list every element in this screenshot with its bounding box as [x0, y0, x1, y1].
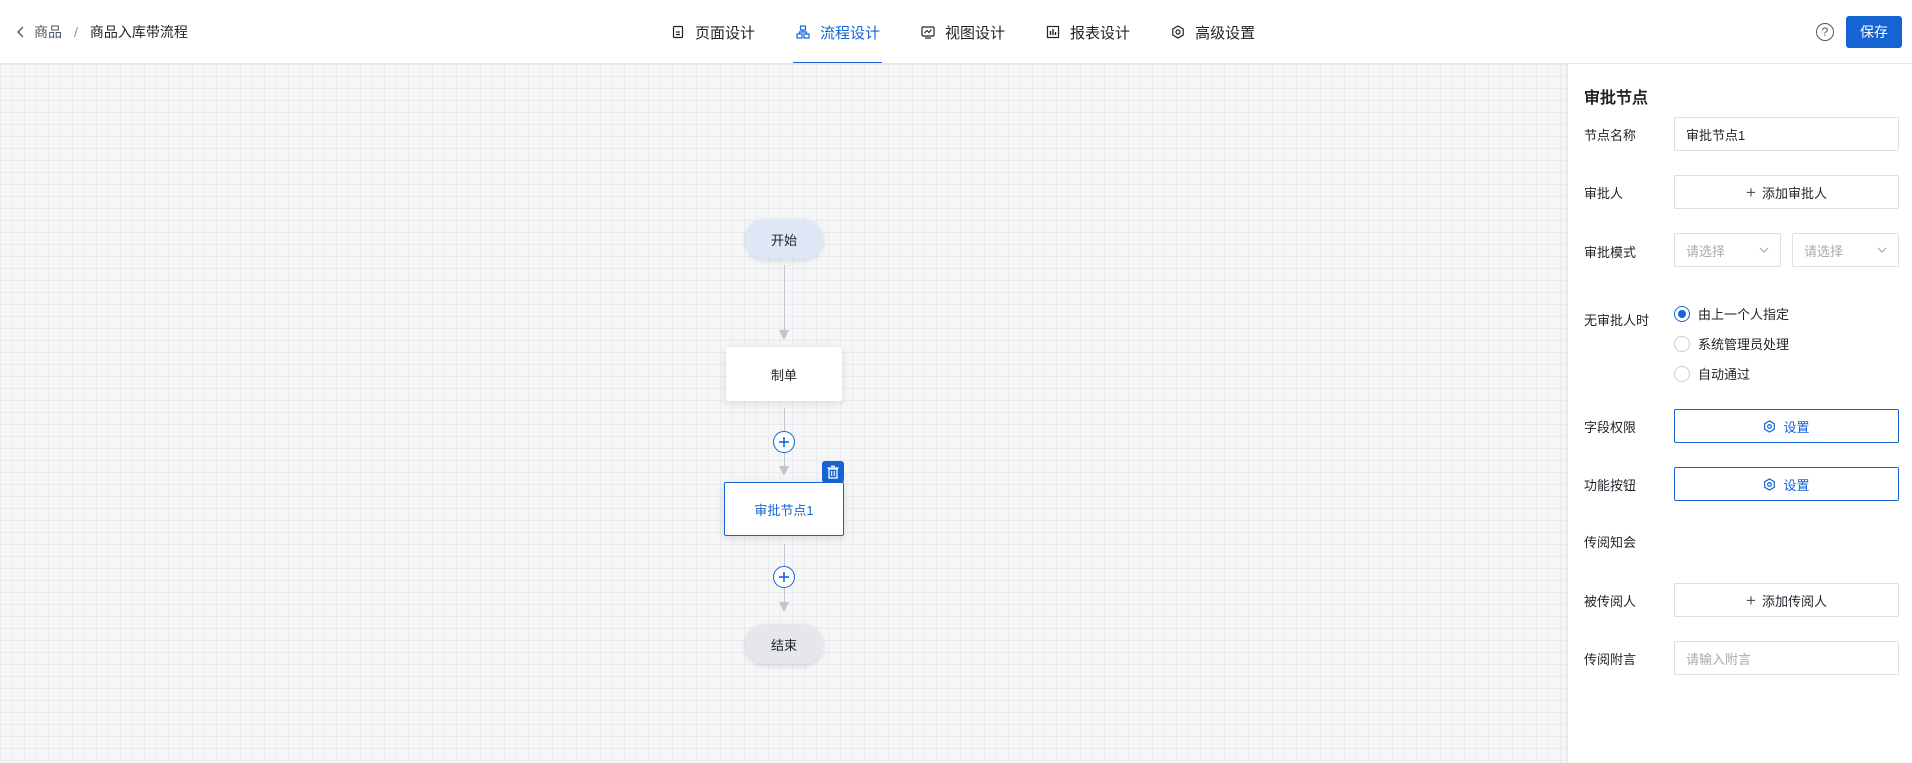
- add-approver-button[interactable]: + 添加审批人: [1674, 175, 1899, 209]
- connector-line: [784, 265, 785, 332]
- cc-person-label: 被传阅人: [1584, 594, 1637, 609]
- top-header: 商品 / 商品入库带流程 页面设计 流程设计 视图设计 报表设计 高级设置 ? …: [0, 0, 1912, 64]
- approval-mode-select-1[interactable]: 请选择: [1674, 233, 1781, 267]
- setting-label: 设置: [1783, 419, 1810, 435]
- create-node[interactable]: 制单: [726, 347, 842, 401]
- function-button-setting-button[interactable]: 设置: [1674, 467, 1899, 501]
- tab-label: 流程设计: [820, 24, 881, 42]
- tab-label: 视图设计: [945, 24, 1006, 42]
- back-chevron-icon[interactable]: [12, 23, 30, 41]
- cc-section-label: 传阅知会: [1584, 535, 1637, 550]
- end-node[interactable]: 结束: [745, 624, 823, 664]
- radio-label: 系统管理员处理: [1698, 337, 1790, 352]
- tab-advanced-settings[interactable]: 高级设置: [1170, 0, 1255, 64]
- approval-mode-select-2[interactable]: 请选择: [1792, 233, 1899, 267]
- select-placeholder: 请选择: [1804, 243, 1844, 259]
- setting-label: 设置: [1783, 477, 1810, 493]
- radio-option-auto[interactable]: 自动通过: [1674, 364, 1750, 383]
- flow-icon: [795, 24, 811, 40]
- chevron-down-icon: [1759, 247, 1769, 253]
- plus-icon: +: [1746, 590, 1756, 610]
- plus-icon: +: [1746, 182, 1756, 202]
- approval-node[interactable]: 审批节点1: [724, 482, 844, 536]
- function-button-label: 功能按钮: [1584, 478, 1637, 493]
- design-tabs: 页面设计 流程设计 视图设计 报表设计 高级设置: [670, 0, 1295, 64]
- page-icon: [670, 24, 686, 40]
- delete-node-button[interactable]: [822, 461, 844, 483]
- connector-arrow: [779, 466, 789, 476]
- node-properties-panel: 审批节点 节点名称 审批节点1 审批人 + 添加审批人 审批模式 请选择 请选择…: [1568, 64, 1912, 763]
- help-icon[interactable]: ?: [1816, 23, 1834, 41]
- radio-label: 自动通过: [1698, 367, 1751, 382]
- breadcrumb-separator: /: [74, 24, 78, 40]
- radio-option-admin[interactable]: 系统管理员处理: [1674, 334, 1789, 353]
- breadcrumb-current: 商品入库带流程: [89, 24, 188, 40]
- view-icon: [920, 24, 936, 40]
- tab-label: 报表设计: [1070, 24, 1131, 42]
- tab-flow-design[interactable]: 流程设计: [793, 0, 883, 64]
- gear-icon: [1763, 477, 1776, 491]
- header-actions: ? 保存: [1816, 16, 1902, 48]
- field-permission-label: 字段权限: [1584, 420, 1637, 435]
- radio-option-previous[interactable]: 由上一个人指定: [1674, 304, 1789, 323]
- breadcrumb: 商品 / 商品入库带流程: [12, 0, 188, 64]
- start-node[interactable]: 开始: [745, 219, 823, 259]
- add-cc-label: 添加传阅人: [1761, 593, 1827, 609]
- node-name-input[interactable]: 审批节点1: [1674, 117, 1899, 151]
- radio-unchecked-icon: [1674, 365, 1690, 382]
- tab-page-design[interactable]: 页面设计: [670, 0, 755, 64]
- trash-icon: [827, 465, 839, 479]
- report-icon: [1045, 24, 1061, 40]
- approver-label: 审批人: [1584, 186, 1624, 201]
- cc-note-input[interactable]: 请输入附言: [1674, 641, 1899, 675]
- connector-arrow: [779, 602, 789, 612]
- tab-report-design[interactable]: 报表设计: [1045, 0, 1130, 64]
- radio-unchecked-icon: [1674, 335, 1690, 352]
- select-placeholder: 请选择: [1686, 243, 1726, 259]
- add-node-button[interactable]: [773, 566, 795, 588]
- chevron-down-icon: [1877, 247, 1887, 253]
- radio-checked-icon: [1674, 305, 1690, 322]
- add-node-button[interactable]: [773, 431, 795, 453]
- gear-icon: [1763, 419, 1776, 433]
- save-button[interactable]: 保存: [1846, 16, 1902, 48]
- tab-view-design[interactable]: 视图设计: [920, 0, 1005, 64]
- add-approver-label: 添加审批人: [1761, 185, 1827, 201]
- tab-label: 高级设置: [1195, 24, 1256, 42]
- radio-label: 由上一个人指定: [1698, 307, 1790, 322]
- gear-icon: [1170, 24, 1186, 40]
- breadcrumb-parent[interactable]: 商品: [34, 22, 62, 42]
- connector-arrow: [779, 330, 789, 340]
- panel-title: 审批节点: [1584, 90, 1649, 107]
- no-approver-label: 无审批人时: [1584, 313, 1650, 328]
- approval-mode-label: 审批模式: [1584, 245, 1637, 260]
- field-permission-setting-button[interactable]: 设置: [1674, 409, 1899, 443]
- add-cc-person-button[interactable]: + 添加传阅人: [1674, 583, 1899, 617]
- node-name-label: 节点名称: [1584, 128, 1637, 143]
- cc-note-label: 传阅附言: [1584, 652, 1637, 667]
- tab-label: 页面设计: [695, 24, 756, 42]
